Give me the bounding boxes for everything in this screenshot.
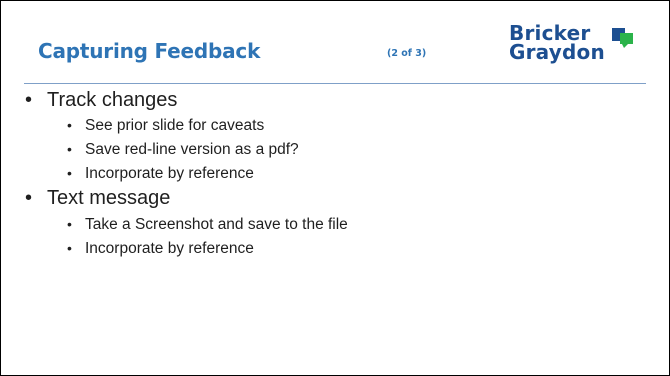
- bullet-item-text-message: • Text message: [25, 187, 170, 209]
- sub-bullet-item: • See prior slide for caveats: [67, 116, 264, 135]
- bullet-dot: •: [67, 240, 72, 256]
- sub-bullet-item: • Incorporate by reference: [67, 239, 254, 258]
- logo-text-line-2: Graydon: [509, 40, 605, 64]
- slide-title: Capturing Feedback: [38, 39, 261, 63]
- sub-bullet-text: Take a Screenshot and save to the file: [85, 216, 348, 233]
- bullet-dot: •: [67, 165, 72, 181]
- sub-bullet-item: • Take a Screenshot and save to the file: [67, 215, 348, 234]
- sub-bullet-text: Save red-line version as a pdf?: [85, 141, 299, 158]
- bullet-dot: •: [67, 141, 72, 157]
- header-divider: [24, 83, 646, 84]
- slide: Capturing Feedback (2 of 3) Bricker Gray…: [0, 0, 670, 376]
- bricker-graydon-logo: Bricker Graydon: [509, 21, 649, 73]
- bullet-item-track-changes: • Track changes: [25, 89, 177, 111]
- speech-bubble-icon: [612, 28, 633, 48]
- sub-bullet-item: • Incorporate by reference: [67, 164, 254, 183]
- sub-bullet-text: Incorporate by reference: [85, 165, 254, 182]
- bullet-text: Text message: [47, 187, 171, 209]
- bullet-dot: •: [25, 187, 33, 209]
- bullet-text: Track changes: [47, 89, 178, 111]
- sub-bullet-text: See prior slide for caveats: [85, 117, 265, 134]
- sub-bullet-text: Incorporate by reference: [85, 240, 254, 257]
- bullet-dot: •: [67, 117, 72, 133]
- bullet-dot: •: [67, 216, 72, 232]
- bullet-dot: •: [25, 89, 33, 111]
- sub-bullet-item: • Save red-line version as a pdf?: [67, 140, 299, 159]
- page-indicator: (2 of 3): [387, 48, 427, 59]
